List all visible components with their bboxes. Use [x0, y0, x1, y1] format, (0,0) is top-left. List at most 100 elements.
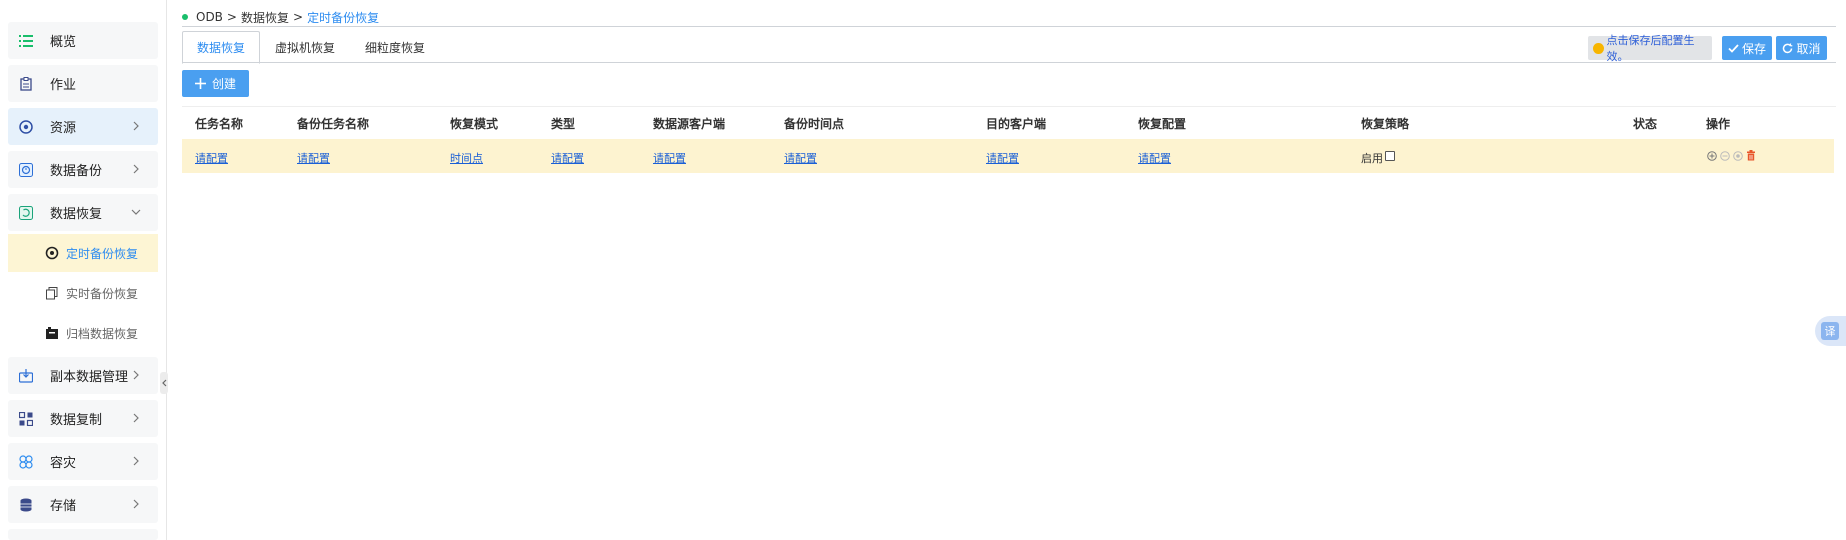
backup-icon — [18, 162, 34, 178]
tab-data-restore[interactable]: 数据恢复 — [182, 31, 261, 64]
resource-icon — [18, 119, 34, 135]
chevron-right-icon — [128, 118, 144, 134]
column-header: 状态 — [1633, 117, 1658, 131]
chevron-right-icon — [128, 161, 144, 177]
disaster-icon — [18, 454, 34, 470]
run-icon[interactable] — [1732, 150, 1743, 161]
sidebar-item-data-replication[interactable]: 数据复制 — [8, 400, 158, 437]
sidebar-item-copy-data-management[interactable]: 副本数据管理 — [8, 357, 158, 394]
breadcrumb: ODB > 数据恢复 > 定时备份恢复 — [182, 8, 379, 26]
cancel-button-label: 取消 — [1796, 41, 1821, 56]
column-header: 类型 — [551, 117, 576, 131]
row-actions — [1706, 150, 1756, 161]
translate-button[interactable]: 译 — [1815, 316, 1846, 346]
breadcrumb-separator: > — [226, 10, 237, 24]
sidebar-item-storage[interactable]: 存储 — [8, 486, 158, 523]
breadcrumb-current: 定时备份恢复 — [307, 10, 380, 25]
sidebar-collapse-handle[interactable] — [160, 372, 168, 394]
list-icon — [18, 33, 34, 49]
add-icon[interactable] — [1706, 150, 1717, 161]
enable-checkbox[interactable] — [1385, 151, 1395, 161]
save-button[interactable]: 保存 — [1722, 36, 1772, 60]
sidebar-item-label: 副本数据管理 — [50, 370, 129, 385]
create-button-label: 创建 — [211, 77, 236, 91]
check-icon — [1728, 43, 1739, 53]
copy-data-icon — [18, 368, 34, 384]
save-button-label: 保存 — [1741, 41, 1766, 56]
sidebar-item-jobs[interactable]: 作业 — [8, 65, 158, 102]
sidebar-item-overview[interactable]: 概览 — [8, 22, 158, 59]
sidebar: 概览 作业 资源 数据备份 数据恢复 定时备份恢复 实时备份恢复 归档数据恢复 … — [0, 0, 168, 540]
delete-icon[interactable] — [1745, 150, 1756, 161]
restore-mode-link[interactable]: 时间点 — [450, 150, 483, 166]
refresh-icon — [1783, 42, 1793, 53]
restore-config-link[interactable]: 请配置 — [1138, 150, 1171, 166]
sidebar-subitem-archive-restore[interactable]: 归档数据恢复 — [8, 314, 158, 352]
chevron-right-icon — [128, 453, 144, 469]
column-header: 备份任务名称 — [297, 117, 370, 131]
storage-icon — [18, 497, 34, 513]
sidebar-item-label: 数据复制 — [50, 413, 103, 428]
sidebar-subitem-label: 归档数据恢复 — [66, 326, 139, 341]
sidebar-subitem-realtime-restore[interactable]: 实时备份恢复 — [8, 274, 158, 312]
breadcrumb-separator: > — [293, 10, 304, 24]
column-header: 恢复模式 — [450, 117, 499, 131]
breadcrumb-level[interactable]: 数据恢复 — [241, 9, 289, 26]
remove-icon[interactable] — [1719, 150, 1730, 161]
restore-policy-cell: 启用 — [1361, 150, 1395, 166]
sidebar-item-label: 概览 — [50, 35, 77, 50]
sidebar-subitem-label: 实时备份恢复 — [66, 286, 139, 301]
chevron-left-icon — [161, 379, 166, 387]
tab-vm-restore[interactable]: 虚拟机恢复 — [260, 31, 350, 64]
chevron-down-icon — [128, 204, 144, 220]
clipboard-icon — [18, 76, 34, 92]
sidebar-item-label: 容灾 — [50, 456, 77, 471]
sidebar-item-data-backup[interactable]: 数据备份 — [8, 151, 158, 188]
save-notice-text: 点击保存后配置生效。 — [1606, 34, 1695, 63]
divider — [182, 62, 1836, 63]
plus-icon — [194, 78, 206, 89]
backup-time-link[interactable]: 请配置 — [784, 150, 817, 166]
type-link[interactable]: 请配置 — [551, 150, 584, 166]
sidebar-item-label: 作业 — [50, 78, 77, 93]
backup-task-link[interactable]: 请配置 — [297, 150, 330, 166]
restore-icon — [18, 205, 34, 221]
archive-icon — [44, 325, 60, 341]
chevron-right-icon — [128, 367, 144, 383]
divider — [182, 106, 1836, 107]
replicate-icon — [18, 411, 34, 427]
chevron-right-icon — [128, 496, 144, 512]
divider — [182, 26, 1836, 27]
dest-client-link[interactable]: 请配置 — [986, 150, 1019, 166]
sidebar-subitem-label: 定时备份恢复 — [66, 246, 139, 261]
column-header: 数据源客户端 — [653, 117, 726, 131]
sidebar-subitem-scheduled-restore[interactable]: 定时备份恢复 — [8, 234, 158, 272]
enable-label: 启用 — [1361, 152, 1383, 165]
source-client-link[interactable]: 请配置 — [653, 150, 686, 166]
sidebar-item-data-restore[interactable]: 数据恢复 — [8, 194, 158, 231]
column-header: 备份时间点 — [784, 117, 845, 131]
lightbulb-icon — [1593, 42, 1604, 54]
tab-granular-restore[interactable]: 细粒度恢复 — [350, 31, 440, 64]
chevron-right-icon — [128, 410, 144, 426]
column-header: 目的客户端 — [986, 117, 1047, 131]
column-header: 任务名称 — [195, 117, 244, 131]
create-button[interactable]: 创建 — [182, 70, 249, 97]
breadcrumb-root[interactable]: ODB — [196, 10, 223, 24]
status-dot-icon — [182, 14, 188, 20]
tab-bar: 数据恢复 虚拟机恢复 细粒度恢复 — [182, 31, 440, 64]
copy-icon — [44, 285, 60, 301]
sidebar-item-disaster-recovery[interactable]: 容灾 — [8, 443, 158, 480]
sidebar-item-resources[interactable]: 资源 — [8, 108, 158, 145]
sidebar-item-label: 资源 — [50, 121, 77, 136]
task-name-link[interactable]: 请配置 — [195, 150, 228, 166]
column-header: 恢复配置 — [1138, 117, 1187, 131]
save-notice: 点击保存后配置生效。 — [1588, 34, 1712, 63]
sidebar-item-more[interactable] — [8, 529, 158, 540]
sidebar-item-label: 数据恢复 — [50, 207, 103, 222]
cancel-button[interactable]: 取消 — [1776, 36, 1827, 60]
column-header: 操作 — [1706, 117, 1731, 131]
sidebar-item-label: 数据备份 — [50, 164, 103, 179]
sidebar-item-label: 存储 — [50, 499, 77, 514]
target-icon — [44, 245, 60, 261]
